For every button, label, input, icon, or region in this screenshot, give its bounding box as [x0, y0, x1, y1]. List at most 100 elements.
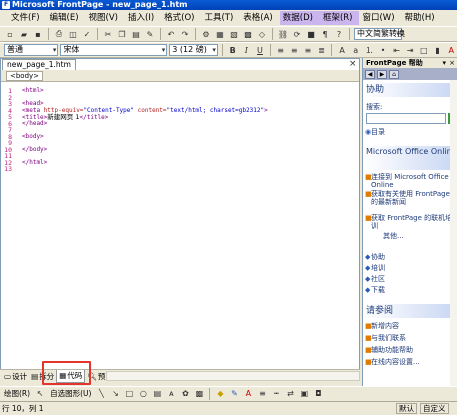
rectangle-icon[interactable]: □	[123, 388, 135, 400]
horizontal-scrollbar[interactable]	[106, 371, 360, 381]
task-pane-scrollbar[interactable]	[450, 80, 457, 386]
fill-color-icon[interactable]: ◆	[214, 388, 226, 400]
link-assistance[interactable]: ◆ 协助	[365, 253, 455, 261]
numbering-icon[interactable]: ⒈	[364, 44, 376, 56]
web-component-icon[interactable]: ⚙	[200, 28, 212, 40]
stop-icon[interactable]: ■	[305, 28, 317, 40]
italic-button[interactable]: I	[240, 44, 252, 56]
print-icon[interactable]: ⎙	[53, 28, 65, 40]
autoshapes-menu-button[interactable]: 自选图形(U)	[48, 388, 93, 400]
font-color-draw-icon[interactable]: A	[242, 388, 254, 400]
refresh-icon[interactable]: ⟳	[291, 28, 303, 40]
status-custom[interactable]: 自定义	[420, 403, 449, 414]
arrow-style-icon[interactable]: ⇄	[284, 388, 296, 400]
document-tab[interactable]: new_page_1.htm	[2, 59, 76, 70]
shadow-icon[interactable]: ▣	[298, 388, 310, 400]
style-dropdown[interactable]: 普通	[4, 44, 59, 56]
link-community[interactable]: ◆ 社区	[365, 275, 455, 283]
menu-window[interactable]: 窗口(W)	[359, 11, 401, 25]
link-online-settings[interactable]: ■ 在线内容设置...	[365, 358, 455, 366]
menu-edit[interactable]: 编辑(E)	[47, 11, 86, 25]
underline-button[interactable]: U	[254, 44, 266, 56]
align-center-icon[interactable]: ≡	[288, 44, 300, 56]
task-pane-dropdown-icon[interactable]: ▾	[442, 58, 446, 68]
language-converter-button[interactable]: 中文简繁转换	[354, 28, 405, 40]
save-icon[interactable]: ▪	[32, 28, 44, 40]
tab-design[interactable]: ▭ 设计	[2, 371, 29, 383]
3d-icon[interactable]: ◘	[312, 388, 324, 400]
line-color-icon[interactable]: ✎	[228, 388, 240, 400]
clipart-icon[interactable]: ✿	[179, 388, 191, 400]
dash-style-icon[interactable]: ┅	[270, 388, 282, 400]
cut-icon[interactable]: ✂	[102, 28, 114, 40]
link-latest-news[interactable]: ■ 获取有关使用 FrontPage 的最新新闻	[365, 190, 455, 206]
textbox-icon[interactable]: ▤	[151, 388, 163, 400]
help-icon[interactable]: ?	[333, 28, 345, 40]
menu-frames[interactable]: 框架(R)	[319, 11, 360, 25]
new-page-icon[interactable]: ▫	[4, 28, 16, 40]
open-icon[interactable]: ▰	[18, 28, 30, 40]
toc-link[interactable]: ◉ 目录	[365, 128, 455, 136]
home-icon[interactable]: ⌂	[389, 69, 399, 79]
menu-help[interactable]: 帮助(H)	[402, 11, 442, 25]
highlight-icon[interactable]: ▮	[432, 44, 444, 56]
spelling-icon[interactable]: ✓	[81, 28, 93, 40]
oval-icon[interactable]: ○	[137, 388, 149, 400]
redo-icon[interactable]: ↷	[179, 28, 191, 40]
font-size-dropdown[interactable]: 3 (12 磅)	[169, 44, 218, 56]
drawing-icon[interactable]: ◇	[256, 28, 268, 40]
menu-insert[interactable]: 插入(I)	[125, 11, 161, 25]
line-style-icon[interactable]: ≡	[256, 388, 268, 400]
increase-indent-icon[interactable]: ⇥	[404, 44, 416, 56]
arrow-icon[interactable]: ↘	[109, 388, 121, 400]
increase-font-icon[interactable]: A	[336, 44, 348, 56]
copy-icon[interactable]: ❐	[116, 28, 128, 40]
code-area[interactable]: <html> <head> <meta http-equiv="Content-Ty…	[22, 87, 357, 173]
font-dropdown[interactable]: 宋体	[60, 44, 168, 56]
align-left-icon[interactable]: ≡	[275, 44, 287, 56]
menu-format[interactable]: 格式(O)	[161, 11, 201, 25]
justify-icon[interactable]: ≣	[316, 44, 328, 56]
link-online-training[interactable]: ■ 获取 FrontPage 的联机培训	[365, 214, 455, 230]
link-downloads[interactable]: ◆ 下载	[365, 286, 455, 294]
font-color-icon[interactable]: A	[445, 44, 457, 56]
wordart-icon[interactable]: ᴀ	[165, 388, 177, 400]
search-input[interactable]	[366, 113, 446, 124]
link-contact-us[interactable]: ■ 与我们联系	[365, 334, 455, 342]
preview-icon[interactable]: ◫	[67, 28, 79, 40]
format-painter-icon[interactable]: ✎	[144, 28, 156, 40]
menu-view[interactable]: 视图(V)	[86, 11, 125, 25]
link-connect-office[interactable]: ■ 连接到 Microsoft Office Online	[365, 173, 455, 189]
link-more[interactable]: 其他...	[383, 232, 457, 240]
borders-icon[interactable]: □	[418, 44, 430, 56]
draw-menu-button[interactable]: 绘图(R)	[2, 388, 32, 400]
insert-layer-icon[interactable]: ▧	[228, 28, 240, 40]
menu-file[interactable]: 文件(F)	[8, 11, 47, 25]
status-default[interactable]: 默认	[396, 403, 417, 414]
decrease-font-icon[interactable]: a	[350, 44, 362, 56]
decrease-indent-icon[interactable]: ⇤	[391, 44, 403, 56]
bullets-icon[interactable]: •	[377, 44, 389, 56]
insert-table-icon[interactable]: ▦	[214, 28, 226, 40]
close-pane-icon[interactable]: ×	[449, 58, 455, 68]
menu-tools[interactable]: 工具(T)	[201, 11, 240, 25]
forward-icon[interactable]: ▶	[377, 69, 387, 79]
close-document-icon[interactable]: ×	[349, 60, 357, 69]
menu-table[interactable]: 表格(A)	[240, 11, 279, 25]
insert-picture-icon[interactable]: ▩	[242, 28, 254, 40]
link-whats-new[interactable]: ■ 新增内容	[365, 322, 455, 330]
align-right-icon[interactable]: ≡	[302, 44, 314, 56]
link-training[interactable]: ◆ 培训	[365, 264, 455, 272]
hyperlink-icon[interactable]: ⛓	[277, 28, 289, 40]
picture-icon[interactable]: ▩	[193, 388, 205, 400]
line-icon[interactable]: ╲	[95, 388, 107, 400]
show-all-icon[interactable]: ¶	[319, 28, 331, 40]
undo-icon[interactable]: ↶	[165, 28, 177, 40]
back-icon[interactable]: ◀	[365, 69, 375, 79]
link-accessibility[interactable]: ■ 辅助功能帮助	[365, 346, 455, 354]
paste-icon[interactable]: ▤	[130, 28, 142, 40]
select-objects-icon[interactable]: ↖	[34, 388, 46, 400]
bold-button[interactable]: B	[227, 44, 239, 56]
body-tag-button[interactable]: <body>	[6, 71, 44, 81]
menu-data[interactable]: 数据(D)	[279, 11, 320, 25]
